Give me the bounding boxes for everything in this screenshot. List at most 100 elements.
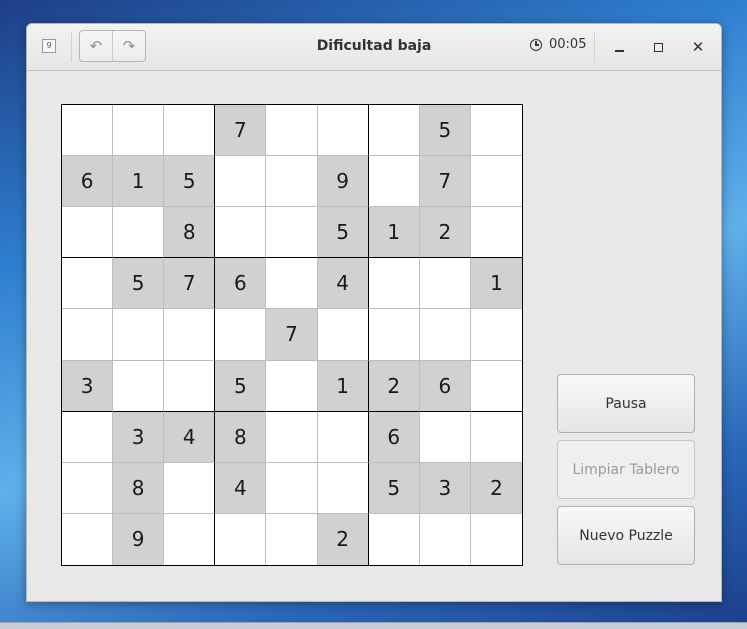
sudoku-cell[interactable] [266, 207, 318, 259]
sudoku-cell[interactable]: 3 [113, 411, 165, 463]
window-title: Dificultad baja [316, 38, 432, 54]
clock-icon [530, 38, 542, 51]
sudoku-cell[interactable] [164, 105, 216, 157]
sudoku-cell[interactable]: 5 [164, 156, 216, 208]
sudoku-cell[interactable] [266, 156, 318, 208]
sudoku-cell[interactable] [368, 105, 420, 157]
sudoku-cell[interactable] [113, 105, 165, 157]
sudoku-cell[interactable] [113, 207, 165, 259]
sudoku-cell[interactable] [470, 309, 522, 361]
sudoku-cell[interactable] [215, 207, 267, 259]
sudoku-cell[interactable] [113, 360, 165, 412]
sudoku-cell[interactable]: 7 [215, 105, 267, 157]
sudoku-cell[interactable]: 1 [470, 258, 522, 310]
sudoku-cell[interactable] [419, 258, 471, 310]
sudoku-cell[interactable]: 5 [113, 258, 165, 310]
maximize-icon [653, 42, 663, 52]
sudoku-cell[interactable] [266, 462, 318, 514]
close-button[interactable]: ✕ [688, 37, 708, 57]
sudoku-cell[interactable] [266, 105, 318, 157]
sudoku-cell[interactable]: 4 [215, 462, 267, 514]
sudoku-cell[interactable]: 3 [419, 462, 471, 514]
undo-button[interactable]: ↶ [80, 31, 112, 61]
sudoku-cell[interactable] [470, 411, 522, 463]
sudoku-cell[interactable] [419, 411, 471, 463]
sudoku-cell[interactable] [164, 360, 216, 412]
sudoku-cell[interactable]: 4 [164, 411, 216, 463]
sudoku-cell[interactable]: 9 [317, 156, 369, 208]
header-bar: 9 ↶ ↷ Dificultad baja 00:05 ✕ [27, 24, 721, 71]
sudoku-cell[interactable]: 6 [62, 156, 114, 208]
sudoku-cell[interactable] [419, 513, 471, 565]
clear-board-button[interactable]: Limpiar Tablero [557, 440, 695, 499]
sudoku-cell[interactable] [62, 258, 114, 310]
close-icon: ✕ [691, 38, 705, 56]
sudoku-cell[interactable] [470, 513, 522, 565]
sudoku-cell[interactable] [470, 105, 522, 157]
sudoku-cell[interactable]: 6 [368, 411, 420, 463]
sudoku-cell[interactable]: 5 [317, 207, 369, 259]
sudoku-cell[interactable] [368, 156, 420, 208]
sudoku-cell[interactable] [368, 309, 420, 361]
sudoku-cell[interactable]: 4 [317, 258, 369, 310]
sudoku-cell[interactable]: 5 [215, 360, 267, 412]
sudoku-cell[interactable]: 5 [419, 105, 471, 157]
sudoku-cell[interactable]: 2 [470, 462, 522, 514]
sudoku-cell[interactable] [62, 105, 114, 157]
sudoku-cell[interactable] [62, 309, 114, 361]
sudoku-cell[interactable] [215, 513, 267, 565]
sudoku-cell[interactable] [470, 156, 522, 208]
sudoku-cell[interactable] [62, 411, 114, 463]
sudoku-cell[interactable]: 6 [419, 360, 471, 412]
minimize-icon [614, 50, 624, 52]
sudoku-cell[interactable] [215, 309, 267, 361]
maximize-button[interactable] [648, 37, 668, 57]
sudoku-cell[interactable]: 7 [164, 258, 216, 310]
sudoku-cell[interactable] [317, 411, 369, 463]
sudoku-cell[interactable]: 2 [317, 513, 369, 565]
sudoku-cell[interactable] [266, 360, 318, 412]
sudoku-cell[interactable]: 1 [317, 360, 369, 412]
sudoku-cell[interactable]: 8 [113, 462, 165, 514]
sudoku-cell[interactable] [317, 105, 369, 157]
sudoku-cell[interactable]: 1 [113, 156, 165, 208]
redo-icon: ↷ [122, 37, 136, 55]
app-menu-icon[interactable]: 9 [42, 39, 56, 53]
new-puzzle-button[interactable]: Nuevo Puzzle [557, 506, 695, 565]
sudoku-cell[interactable]: 2 [419, 207, 471, 259]
sudoku-cell[interactable] [113, 309, 165, 361]
taskbar [0, 622, 747, 629]
sudoku-cell[interactable]: 7 [419, 156, 471, 208]
sudoku-cell[interactable] [164, 513, 216, 565]
sudoku-cell[interactable] [164, 462, 216, 514]
sudoku-cell[interactable] [317, 462, 369, 514]
sudoku-cell[interactable]: 8 [215, 411, 267, 463]
sudoku-cell[interactable]: 5 [368, 462, 420, 514]
sudoku-cell[interactable]: 9 [113, 513, 165, 565]
sudoku-cell[interactable]: 2 [368, 360, 420, 412]
timer-value: 00:05 [549, 37, 587, 52]
pause-button[interactable]: Pausa [557, 374, 695, 433]
sudoku-cell[interactable] [368, 258, 420, 310]
sudoku-cell[interactable] [266, 411, 318, 463]
sudoku-cell[interactable] [62, 207, 114, 259]
sudoku-cell[interactable] [317, 309, 369, 361]
sudoku-cell[interactable] [470, 207, 522, 259]
redo-button[interactable]: ↷ [112, 31, 145, 61]
minimize-button[interactable] [609, 37, 629, 57]
sudoku-cell[interactable] [215, 156, 267, 208]
sudoku-cell[interactable] [164, 309, 216, 361]
sudoku-cell[interactable] [419, 309, 471, 361]
sudoku-cell[interactable] [368, 513, 420, 565]
sudoku-cell[interactable]: 8 [164, 207, 216, 259]
sudoku-cell[interactable]: 1 [368, 207, 420, 259]
sudoku-cell[interactable] [62, 462, 114, 514]
sudoku-cell[interactable]: 6 [215, 258, 267, 310]
header-separator [594, 32, 595, 62]
sudoku-cell[interactable] [266, 513, 318, 565]
sudoku-cell[interactable]: 3 [62, 360, 114, 412]
sudoku-cell[interactable] [62, 513, 114, 565]
sudoku-cell[interactable] [470, 360, 522, 412]
sudoku-cell[interactable] [266, 258, 318, 310]
sudoku-cell[interactable]: 7 [266, 309, 318, 361]
